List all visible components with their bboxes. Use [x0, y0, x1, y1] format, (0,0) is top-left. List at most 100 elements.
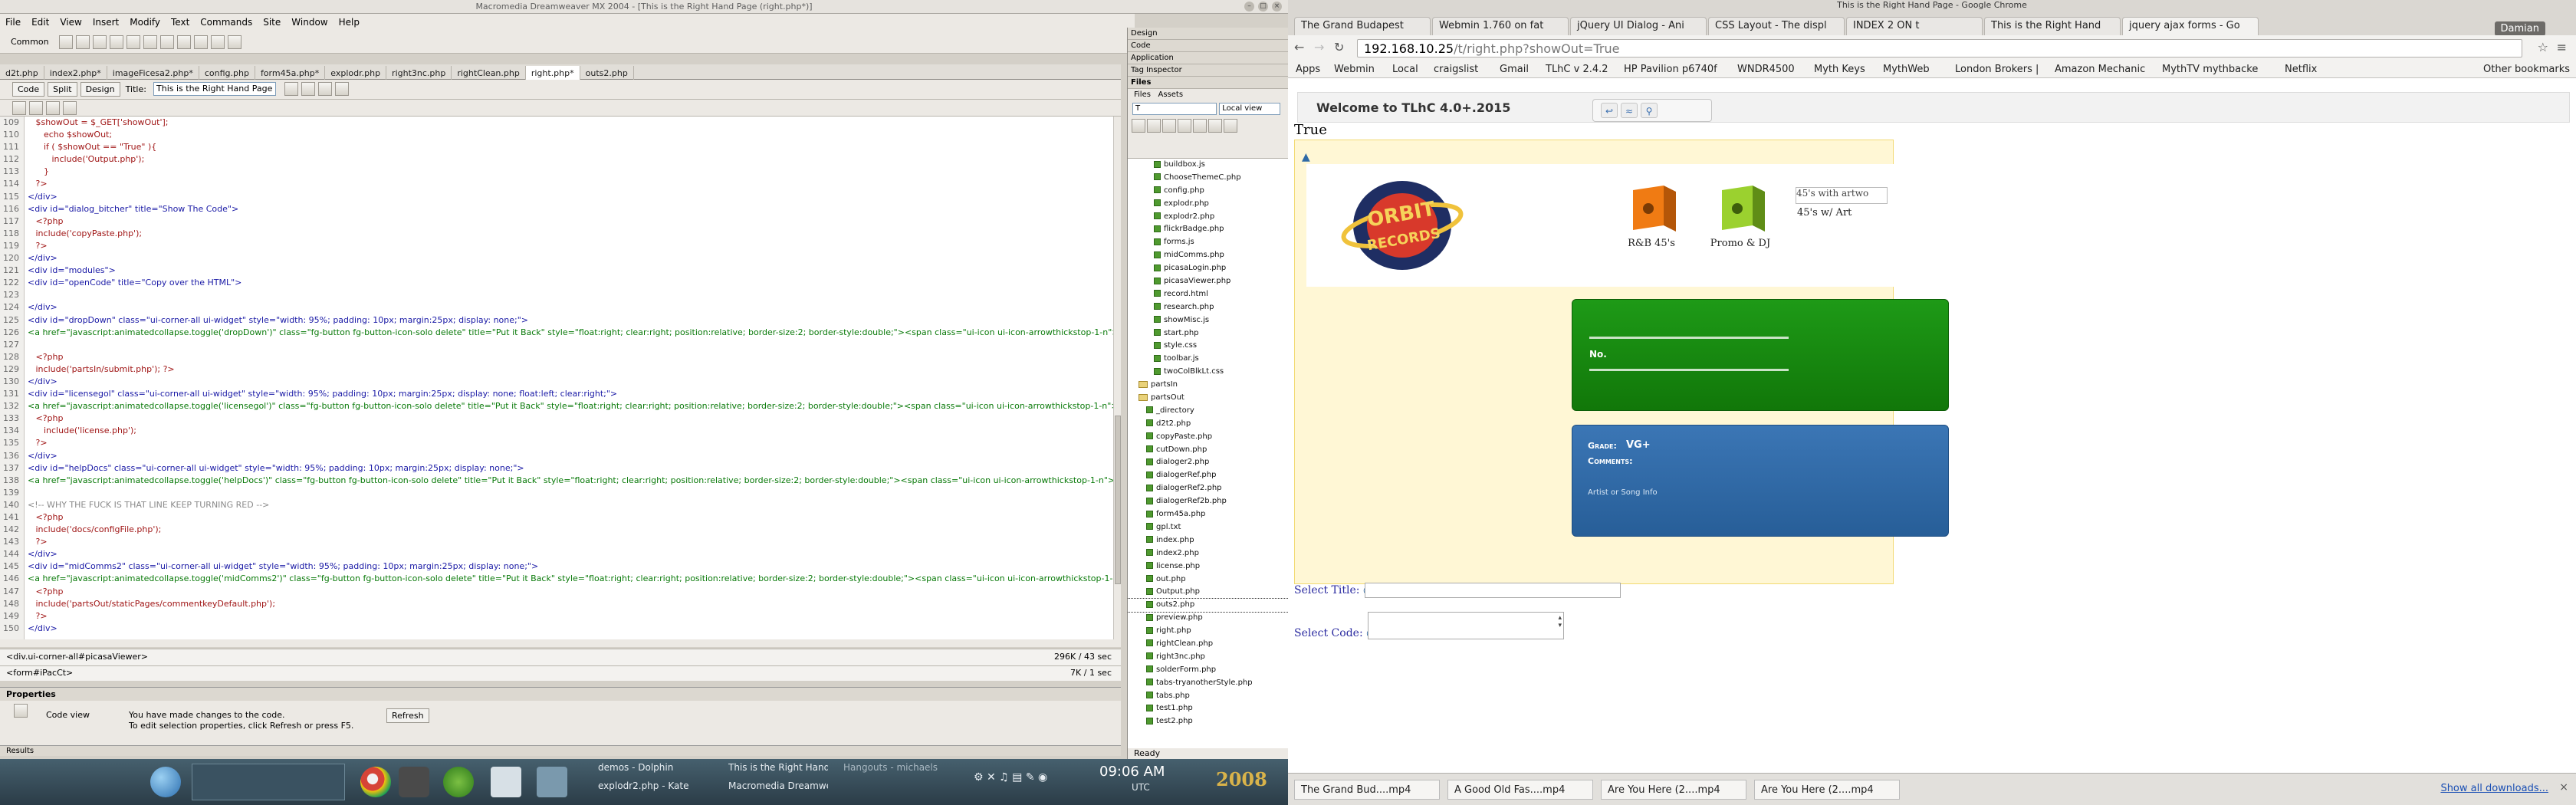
hyperlink-icon[interactable] [58, 35, 73, 49]
tab-rightclean[interactable]: rightClean.php [452, 66, 526, 80]
minimize-icon[interactable]: – [1244, 2, 1254, 12]
file-tree-item[interactable]: d2t2.php [1128, 418, 1288, 431]
file-tree-item[interactable]: dialogerRef.php [1128, 469, 1288, 482]
menu-view[interactable]: View [54, 14, 87, 28]
file-tree-item[interactable]: right.php [1128, 625, 1288, 638]
code-line[interactable]: ?> [25, 610, 1113, 623]
spinner-icon[interactable]: ▴ ▾ [1558, 614, 1562, 629]
site-select[interactable]: T [1132, 103, 1217, 115]
address-bar[interactable]: 192.168.10.25/t/right.php?showOut=True [1357, 39, 2522, 58]
tab-jquery-ajax-forms[interactable]: jquery ajax forms - Go [2122, 17, 2259, 35]
code-line[interactable]: </div> [25, 376, 1113, 388]
file-tree-item[interactable]: gpl.txt [1128, 521, 1288, 534]
file-tree-item[interactable]: Output.php [1128, 586, 1288, 599]
layer-icon[interactable] [126, 35, 140, 49]
tab-explodr[interactable]: explodr.php [325, 66, 387, 80]
tab-right-hand-page[interactable]: This is the Right Hand [1984, 17, 2121, 35]
named-anchor-icon[interactable] [92, 35, 107, 49]
bookmark-mythweb[interactable]: MythWeb [1883, 64, 1930, 75]
code-line[interactable]: <?php [25, 215, 1113, 228]
menu-window[interactable]: Window [286, 14, 333, 28]
chrome-menu-icon[interactable]: ≡ [2557, 40, 2567, 54]
code-line[interactable]: <?php [25, 412, 1113, 425]
file-tree-item[interactable]: dialogerRef2.php [1128, 482, 1288, 495]
kate-launcher-icon[interactable] [537, 767, 567, 797]
menu-insert[interactable]: Insert [87, 14, 124, 28]
scrollbar-thumb[interactable] [1115, 416, 1121, 584]
mythtv-icon[interactable] [399, 767, 429, 797]
file-tree-item[interactable]: cutDown.php [1128, 444, 1288, 457]
show-all-downloads-link[interactable]: Show all downloads... [2440, 783, 2548, 794]
file-tree-item[interactable]: partsIn [1128, 379, 1288, 392]
code-line[interactable]: <div id="midComms2" class="ui-corner-all… [25, 560, 1113, 573]
file-tree-item[interactable]: test1.php [1128, 702, 1288, 715]
file-tree-item[interactable]: partsOut [1128, 392, 1288, 405]
toolbox-arrow-icon[interactable]: ↩ [1601, 103, 1618, 118]
bookmark-wndr4500[interactable]: WNDR4500 [1737, 64, 1795, 75]
bookmark-apps[interactable]: Apps [1296, 64, 1320, 75]
tab-index2[interactable]: index2.php* [44, 66, 107, 80]
code-line[interactable]: include('docs/configFile.php'); [25, 524, 1113, 536]
code-line[interactable]: include('copyPaste.php'); [25, 228, 1113, 240]
code-line[interactable]: } [25, 166, 1113, 178]
check-out-icon[interactable] [1193, 119, 1207, 133]
split-view-button[interactable]: Split [48, 82, 77, 97]
tab-outs2[interactable]: outs2.php [580, 66, 634, 80]
code-view-button[interactable]: Code [12, 82, 45, 97]
files-tab[interactable]: Files [1134, 90, 1151, 99]
bookmark-mythtv[interactable]: MythTV mythbacke [2162, 64, 2258, 75]
tab-form45a[interactable]: form45a.php* [255, 66, 326, 80]
chrome-icon[interactable] [360, 767, 391, 797]
bookmark-netflix[interactable]: Netflix [2285, 64, 2317, 75]
bookmark-craigslist[interactable]: craigslist [1434, 64, 1478, 75]
code-line[interactable]: ?> [25, 437, 1113, 449]
file-tree-item[interactable]: right3nc.php [1128, 651, 1288, 664]
menu-commands[interactable]: Commands [195, 14, 258, 28]
undo-icon[interactable] [46, 101, 60, 115]
toolbox-rss-icon[interactable]: ≈ [1621, 103, 1638, 118]
download-item[interactable]: The Grand Bud....mp4 [1294, 780, 1440, 800]
code-line[interactable]: include('license.php'); [25, 425, 1113, 437]
file-tree-item[interactable]: midComms.php [1128, 249, 1288, 262]
file-tree-item[interactable]: rightClean.php [1128, 638, 1288, 651]
view-select[interactable]: Local view [1219, 103, 1281, 115]
pager[interactable] [192, 764, 345, 800]
file-tree-item[interactable]: start.php [1128, 327, 1288, 340]
code-line[interactable]: <div id="openCode" title="Copy over the … [25, 277, 1113, 289]
file-tree-item[interactable]: picasaLogin.php [1128, 262, 1288, 275]
tag-chooser-icon[interactable] [227, 35, 242, 49]
file-tree-item[interactable]: test2.php [1128, 715, 1288, 728]
menu-text[interactable]: Text [166, 14, 195, 28]
menu-file[interactable]: File [0, 14, 26, 28]
wrap-icon[interactable] [29, 101, 43, 115]
code-line[interactable]: <?php [25, 586, 1113, 598]
file-tree-item[interactable]: buildbox.js [1128, 159, 1288, 172]
code-line[interactable]: echo $showOut; [25, 129, 1113, 141]
code-vertical-scrollbar[interactable] [1113, 117, 1121, 639]
bookmark-amazon-mechanic[interactable]: Amazon Mechanic [2055, 64, 2145, 75]
tab-config[interactable]: config.php [199, 66, 255, 80]
bookmark-local[interactable]: Local [1392, 64, 1418, 75]
code-line[interactable]: </div> [25, 191, 1113, 203]
insert-category-select[interactable]: Common [11, 37, 49, 47]
file-tree-item[interactable]: form45a.php [1128, 508, 1288, 521]
file-tree-item[interactable]: forms.js [1128, 236, 1288, 249]
file-tree-item[interactable]: picasaViewer.php [1128, 275, 1288, 288]
bookmark-london-brokers[interactable]: London Brokers | [1955, 64, 2039, 75]
code-line[interactable]: <a href="javascript:animatedcollapse.tog… [25, 327, 1113, 339]
bookmark-hp-pavilion[interactable]: HP Pavilion p6740f [1624, 64, 1717, 75]
taskbar-hangouts[interactable]: Hangouts - michaels [843, 762, 958, 777]
file-tree-item[interactable]: index2.php [1128, 547, 1288, 560]
close-downloads-icon[interactable]: × [2559, 781, 2568, 794]
select-title-input[interactable] [1365, 583, 1621, 598]
tab-right-active[interactable]: right.php* [525, 66, 580, 80]
bookmark-other[interactable]: Other bookmarks [2483, 64, 2570, 75]
code-line[interactable]: if ( $showOut == "True" ){ [25, 141, 1113, 153]
code-line[interactable] [25, 339, 1113, 351]
file-tree-item[interactable]: record.html [1128, 288, 1288, 301]
design-view-button[interactable]: Design [80, 82, 120, 97]
code-line[interactable]: <div id="licensegol" class="ui-corner-al… [25, 388, 1113, 400]
taskbar-kate[interactable]: explodr2.php - Kate [598, 780, 688, 796]
email-link-icon[interactable] [75, 35, 90, 49]
back-icon[interactable]: ← [1294, 40, 1304, 54]
